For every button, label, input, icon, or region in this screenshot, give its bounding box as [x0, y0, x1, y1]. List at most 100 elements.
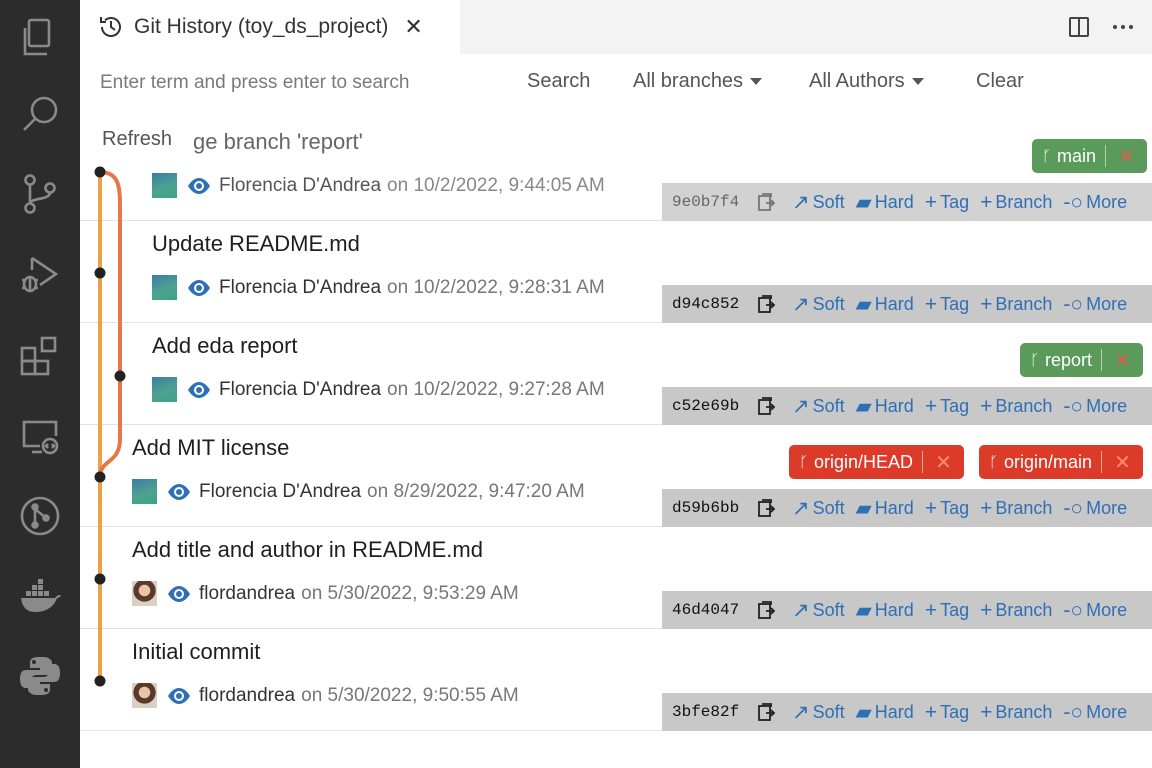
- commit-hash[interactable]: 46d4047: [672, 601, 746, 619]
- git-graph-icon[interactable]: [16, 492, 64, 540]
- source-control-icon[interactable]: [16, 170, 64, 218]
- commit-meta: Florencia D'Andrea on 10/2/2022, 9:27:28…: [152, 377, 605, 402]
- more-button[interactable]: -○ More: [1063, 702, 1127, 723]
- commit-dot-icon: -○: [1063, 598, 1084, 622]
- delete-branch-icon[interactable]: ✕: [1102, 348, 1143, 373]
- branch-badge-label-report[interactable]: ᚴ report: [1020, 343, 1101, 377]
- more-button[interactable]: -○ More: [1063, 294, 1127, 315]
- commit-row[interactable]: Initial commit flordandrea on 5/30/2022,…: [80, 629, 1152, 731]
- branches-dropdown[interactable]: All branches: [633, 70, 763, 93]
- hard-reset-button[interactable]: ▰ Hard: [856, 294, 914, 315]
- authors-dropdown[interactable]: All Authors: [809, 70, 924, 93]
- branch-button[interactable]: + Branch: [980, 294, 1052, 315]
- commit-message[interactable]: ge branch 'report': [193, 129, 363, 155]
- hard-reset-button[interactable]: ▰ Hard: [856, 396, 914, 417]
- branch-button[interactable]: + Branch: [980, 498, 1052, 519]
- docker-icon[interactable]: [16, 572, 64, 620]
- copy-hash-icon[interactable]: [756, 498, 776, 518]
- commit-author[interactable]: flordandrea: [199, 685, 295, 707]
- branch-button[interactable]: + Branch: [980, 396, 1052, 417]
- hard-reset-button[interactable]: ▰ Hard: [856, 600, 914, 621]
- tag-button[interactable]: + Tag: [925, 294, 969, 315]
- commit-message[interactable]: Add title and author in README.md: [132, 537, 483, 563]
- copy-hash-icon[interactable]: [756, 702, 776, 722]
- explorer-icon[interactable]: [16, 14, 64, 62]
- commit-row[interactable]: Update README.md Florencia D'Andrea on 1…: [80, 221, 1152, 323]
- soft-reset-button[interactable]: ↗ Soft: [792, 600, 845, 621]
- commit-hash[interactable]: c52e69b: [672, 397, 746, 415]
- eye-icon[interactable]: [187, 381, 211, 399]
- eye-icon[interactable]: [187, 279, 211, 297]
- copy-hash-icon[interactable]: [756, 600, 776, 620]
- soft-reset-button[interactable]: ↗ Soft: [792, 294, 845, 315]
- commit-author[interactable]: Florencia D'Andrea: [219, 175, 381, 197]
- branch-button[interactable]: + Branch: [980, 600, 1052, 621]
- soft-reset-button[interactable]: ↗ Soft: [792, 498, 845, 519]
- tag-button[interactable]: + Tag: [925, 396, 969, 417]
- delete-branch-icon[interactable]: ✕: [1106, 144, 1147, 169]
- commit-row[interactable]: Add MIT license Florencia D'Andrea on 8/…: [80, 425, 1152, 527]
- commit-message[interactable]: Add MIT license: [132, 435, 289, 461]
- tag-button[interactable]: + Tag: [925, 498, 969, 519]
- search-input[interactable]: [100, 68, 500, 98]
- branch-badge-label-origin-head[interactable]: ᚴ origin/HEAD: [789, 445, 922, 479]
- refresh-button[interactable]: Refresh: [102, 128, 173, 151]
- tag-button[interactable]: + Tag: [925, 600, 969, 621]
- remote-explorer-icon[interactable]: [16, 412, 64, 460]
- commit-hash[interactable]: d59b6bb: [672, 499, 746, 517]
- commit-message[interactable]: Add eda report: [152, 333, 298, 359]
- soft-reset-button[interactable]: ↗ Soft: [792, 702, 845, 723]
- tag-button[interactable]: + Tag: [925, 192, 969, 213]
- copy-hash-icon[interactable]: [756, 294, 776, 314]
- eye-icon[interactable]: [187, 177, 211, 195]
- commit-hash[interactable]: d94c852: [672, 295, 746, 313]
- delete-branch-icon[interactable]: ✕: [1102, 450, 1143, 475]
- split-editor-icon[interactable]: [1064, 12, 1094, 42]
- tag-button[interactable]: + Tag: [925, 702, 969, 723]
- commit-hash[interactable]: 3bfe82f: [672, 703, 746, 721]
- commit-message[interactable]: Initial commit: [132, 639, 260, 665]
- commit-row[interactable]: Add title and author in README.md florda…: [80, 527, 1152, 629]
- hard-reset-button[interactable]: ▰ Hard: [856, 702, 914, 723]
- branch-badge-label-origin-main[interactable]: ᚴ origin/main: [979, 445, 1101, 479]
- commit-author[interactable]: flordandrea: [199, 583, 295, 605]
- hard-reset-button[interactable]: ▰ Hard: [856, 192, 914, 213]
- more-button[interactable]: -○ More: [1063, 498, 1127, 519]
- commit-author[interactable]: Florencia D'Andrea: [219, 277, 381, 299]
- hard-reset-button[interactable]: ▰ Hard: [856, 498, 914, 519]
- more-button[interactable]: -○ More: [1063, 396, 1127, 417]
- extensions-icon[interactable]: [16, 332, 64, 380]
- copy-hash-icon[interactable]: [756, 192, 776, 212]
- commit-author[interactable]: Florencia D'Andrea: [219, 379, 381, 401]
- more-button[interactable]: -○ More: [1063, 600, 1127, 621]
- soft-reset-icon: ↗: [792, 190, 810, 214]
- search-button[interactable]: Search: [527, 70, 590, 93]
- folder-icon: ▰: [855, 394, 872, 418]
- eye-icon[interactable]: [167, 483, 191, 501]
- more-actions-icon[interactable]: [1108, 12, 1138, 42]
- soft-reset-button[interactable]: ↗ Soft: [792, 192, 845, 213]
- action-label: Tag: [940, 191, 970, 212]
- search-icon[interactable]: [16, 90, 64, 138]
- tab-git-history[interactable]: Git History (toy_ds_project) ✕: [80, 0, 460, 54]
- commit-row[interactable]: ge branch 'report' Florencia D'Andrea on…: [80, 119, 1152, 221]
- soft-reset-button[interactable]: ↗ Soft: [792, 396, 845, 417]
- commit-row[interactable]: Add eda report Florencia D'Andrea on 10/…: [80, 323, 1152, 425]
- branch-button[interactable]: + Branch: [980, 702, 1052, 723]
- commit-message[interactable]: Update README.md: [152, 231, 360, 257]
- clear-button[interactable]: Clear: [976, 70, 1024, 93]
- commit-dot-icon: -○: [1063, 700, 1084, 724]
- commit-author[interactable]: Florencia D'Andrea: [199, 481, 361, 503]
- python-icon[interactable]: [16, 652, 64, 700]
- commit-hash[interactable]: 9e0b7f4: [672, 193, 746, 211]
- eye-icon[interactable]: [167, 687, 191, 705]
- delete-branch-icon[interactable]: ✕: [923, 450, 964, 475]
- folder-icon: ▰: [855, 700, 872, 724]
- copy-hash-icon[interactable]: [756, 396, 776, 416]
- more-button[interactable]: -○ More: [1063, 192, 1127, 213]
- eye-icon[interactable]: [167, 585, 191, 603]
- tab-close-icon[interactable]: ✕: [404, 14, 422, 40]
- branch-badge-label-main[interactable]: ᚴ main: [1032, 139, 1105, 173]
- branch-button[interactable]: + Branch: [980, 192, 1052, 213]
- run-debug-icon[interactable]: [16, 250, 64, 298]
